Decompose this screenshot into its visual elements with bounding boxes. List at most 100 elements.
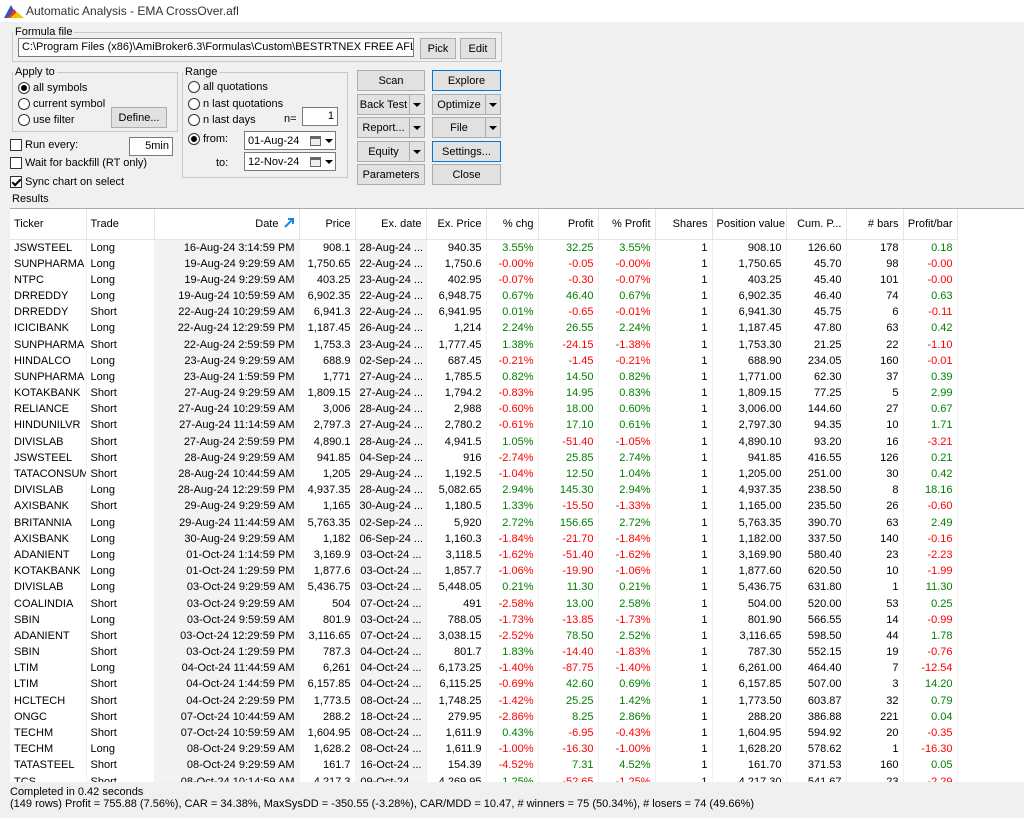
table-cell: -1.62%: [598, 546, 656, 564]
table-cell: 1.78: [903, 627, 958, 644]
chevron-down-icon[interactable]: [409, 142, 424, 161]
table-row[interactable]: TECHM Long 08-Oct-24 9:29:59 AM 1,628.2 08-O…: [10, 741, 958, 758]
chevron-down-icon[interactable]: [485, 95, 500, 114]
column-header[interactable]: # bars: [846, 209, 904, 240]
column-header[interactable]: Position value: [712, 209, 787, 240]
table-cell: 371.53: [786, 757, 847, 774]
table-cell: 1: [655, 724, 713, 742]
column-header[interactable]: Profit: [538, 209, 599, 240]
results-grid[interactable]: Ticker Trade Date Price Ex. date Ex. Price % c…: [10, 208, 1024, 782]
column-header[interactable]: Shares: [655, 209, 713, 240]
table-cell: 1,877.6: [299, 563, 356, 580]
table-row[interactable]: ADANIENT Long 01-Oct-24 1:14:59 PM 3,169.9 0…: [10, 546, 958, 564]
report-button[interactable]: Report...: [357, 117, 425, 138]
table-row[interactable]: SUNPHARMA Long 19-Aug-24 9:29:59 AM 1,750.6…: [10, 255, 958, 272]
table-row[interactable]: COALINDIA Short 03-Oct-24 9:29:59 AM 504 07-…: [10, 595, 958, 612]
column-header[interactable]: % chg: [486, 209, 539, 240]
n-value-input[interactable]: 1: [302, 107, 338, 126]
table-row[interactable]: SBIN Long 03-Oct-24 9:59:59 AM 801.9 03-Oct-…: [10, 611, 958, 628]
table-row[interactable]: LTIM Short 04-Oct-24 1:44:59 PM 6,157.85 04-…: [10, 676, 958, 693]
table-row[interactable]: NTPC Long 19-Aug-24 9:29:59 AM 403.25 23-Aug…: [10, 271, 958, 288]
radio-n-last-days[interactable]: n last days: [188, 114, 256, 126]
table-cell: 2,797.30: [712, 417, 787, 434]
table-row[interactable]: BRITANNIA Long 29-Aug-24 11:44:59 AM 5,763.…: [10, 514, 958, 531]
table-row[interactable]: AXISBANK Long 30-Aug-24 9:29:59 AM 1,182 06-…: [10, 530, 958, 547]
table-row[interactable]: ADANIENT Short 03-Oct-24 12:29:59 PM 3,116.…: [10, 627, 958, 644]
optimize-button[interactable]: Optimize: [432, 94, 501, 115]
close-button[interactable]: Close: [432, 164, 501, 185]
table-row[interactable]: DRREDDY Short 22-Aug-24 10:29:59 AM 6,941.3…: [10, 304, 958, 321]
explore-button[interactable]: Explore: [432, 70, 501, 91]
column-header[interactable]: Profit/bar: [903, 209, 958, 240]
scan-button[interactable]: Scan: [357, 70, 425, 91]
run-every-checkbox[interactable]: Run every:: [10, 139, 78, 151]
table-row[interactable]: DIVISLAB Short 27-Aug-24 2:59:59 PM 4,890.1…: [10, 433, 958, 450]
table-row[interactable]: DIVISLAB Long 03-Oct-24 9:29:59 AM 5,436.75…: [10, 579, 958, 596]
sort-ascending-icon[interactable]: [283, 218, 295, 229]
sync-chart-checkbox[interactable]: Sync chart on select: [10, 176, 124, 188]
radio-from[interactable]: from:: [188, 133, 228, 145]
table-row[interactable]: HINDALCO Long 23-Aug-24 9:29:59 AM 688.9 02-…: [10, 352, 958, 369]
column-header[interactable]: Trade: [86, 209, 155, 240]
table-row[interactable]: TATACONSUM Short 28-Aug-24 10:44:59 AM 1,20…: [10, 465, 958, 483]
equity-button[interactable]: Equity: [357, 141, 425, 162]
table-row[interactable]: KOTAKBANK Short 27-Aug-24 9:29:59 AM 1,809.…: [10, 385, 958, 402]
edit-button[interactable]: Edit: [460, 38, 496, 59]
table-cell: 6,261: [299, 660, 356, 677]
table-row[interactable]: TECHM Short 07-Oct-24 10:59:59 AM 1,604.95 0…: [10, 724, 958, 742]
table-row[interactable]: SUNPHARMA Long 23-Aug-24 1:59:59 PM 1,771 27…: [10, 368, 958, 385]
column-header[interactable]: Cum. P...: [786, 209, 847, 240]
radio-use-filter[interactable]: use filter: [18, 114, 75, 126]
column-header[interactable]: Date: [154, 209, 300, 240]
chevron-down-icon[interactable]: [409, 95, 424, 114]
table-cell: 1,165.00: [712, 498, 787, 515]
radio-n-last-quotations[interactable]: n last quotations: [188, 98, 283, 110]
table-cell: 1,205.00: [712, 465, 787, 483]
table-row[interactable]: AXISBANK Short 29-Aug-24 9:29:59 AM 1,165 30…: [10, 498, 958, 515]
to-date-picker[interactable]: 12-Nov-24: [244, 152, 336, 171]
column-header[interactable]: Price: [299, 209, 356, 240]
back-test-button[interactable]: Back Test: [357, 94, 425, 115]
table-row[interactable]: HINDUNILVR Short 27-Aug-24 11:14:59 AM 2,79…: [10, 417, 958, 434]
table-row[interactable]: ONGC Short 07-Oct-24 10:44:59 AM 288.2 18-Oc…: [10, 708, 958, 725]
table-row[interactable]: SBIN Short 03-Oct-24 1:29:59 PM 787.3 04-Oct…: [10, 644, 958, 661]
column-header[interactable]: Ticker: [10, 209, 87, 240]
table-row[interactable]: ICICIBANK Long 22-Aug-24 12:29:59 PM 1,187.…: [10, 320, 958, 337]
table-row[interactable]: HCLTECH Short 04-Oct-24 2:29:59 PM 1,773.5 0…: [10, 692, 958, 709]
table-row[interactable]: DIVISLAB Long 28-Aug-24 12:29:59 PM 4,937.3…: [10, 482, 958, 499]
define-button[interactable]: Define...: [111, 107, 167, 128]
file-button[interactable]: File: [432, 117, 501, 138]
wait-backfill-checkbox[interactable]: Wait for backfill (RT only): [10, 157, 147, 169]
parameters-button[interactable]: Parameters: [357, 164, 425, 185]
formula-path-input[interactable]: C:\Program Files (x86)\AmiBroker6.3\Form…: [18, 38, 414, 57]
table-row[interactable]: JSWSTEEL Short 28-Aug-24 9:29:59 AM 941.85 0…: [10, 449, 958, 466]
table-row[interactable]: RELIANCE Short 27-Aug-24 10:29:59 AM 3,006 2…: [10, 401, 958, 418]
calendar-icon[interactable]: [310, 135, 321, 146]
table-row[interactable]: TATASTEEL Short 08-Oct-24 9:29:59 AM 161.7 1…: [10, 757, 958, 774]
table-row[interactable]: JSWSTEEL Long 16-Aug-24 3:14:59 PM 908.1 28-…: [10, 239, 958, 256]
calendar-icon[interactable]: [310, 156, 321, 167]
table-row[interactable]: KOTAKBANK Long 01-Oct-24 1:29:59 PM 1,877.6…: [10, 563, 958, 580]
table-row[interactable]: SUNPHARMA Short 22-Aug-24 2:59:59 PM 1,753.…: [10, 336, 958, 353]
table-row[interactable]: LTIM Long 04-Oct-24 11:44:59 AM 6,261 04-Oct…: [10, 660, 958, 677]
chevron-down-icon[interactable]: [485, 118, 500, 137]
radio-all-quotations[interactable]: all quotations: [188, 81, 268, 93]
column-header[interactable]: Ex. Price: [426, 209, 487, 240]
column-header[interactable]: Ex. date: [355, 209, 427, 240]
chevron-down-icon[interactable]: [323, 138, 335, 143]
table-cell: 1: [655, 271, 713, 288]
column-header[interactable]: % Profit: [598, 209, 656, 240]
column-header-label: Date: [255, 217, 279, 230]
chevron-down-icon[interactable]: [409, 118, 424, 137]
table-cell: 403.25: [712, 271, 787, 288]
table-row[interactable]: TCS Short 08-Oct-24 10:14:59 AM 4,217.3 09-O…: [10, 773, 958, 782]
table-row[interactable]: DRREDDY Long 19-Aug-24 10:59:59 AM 6,902.35…: [10, 287, 958, 305]
chevron-down-icon[interactable]: [323, 159, 335, 164]
from-date-picker[interactable]: 01-Aug-24: [244, 131, 336, 150]
table-cell: 0.42: [903, 320, 958, 337]
run-every-input[interactable]: 5min: [129, 137, 173, 156]
radio-all-symbols[interactable]: all symbols: [18, 82, 87, 94]
settings-button[interactable]: Settings...: [432, 141, 501, 162]
pick-button[interactable]: Pick: [420, 38, 456, 59]
radio-current-symbol[interactable]: current symbol: [18, 98, 105, 110]
